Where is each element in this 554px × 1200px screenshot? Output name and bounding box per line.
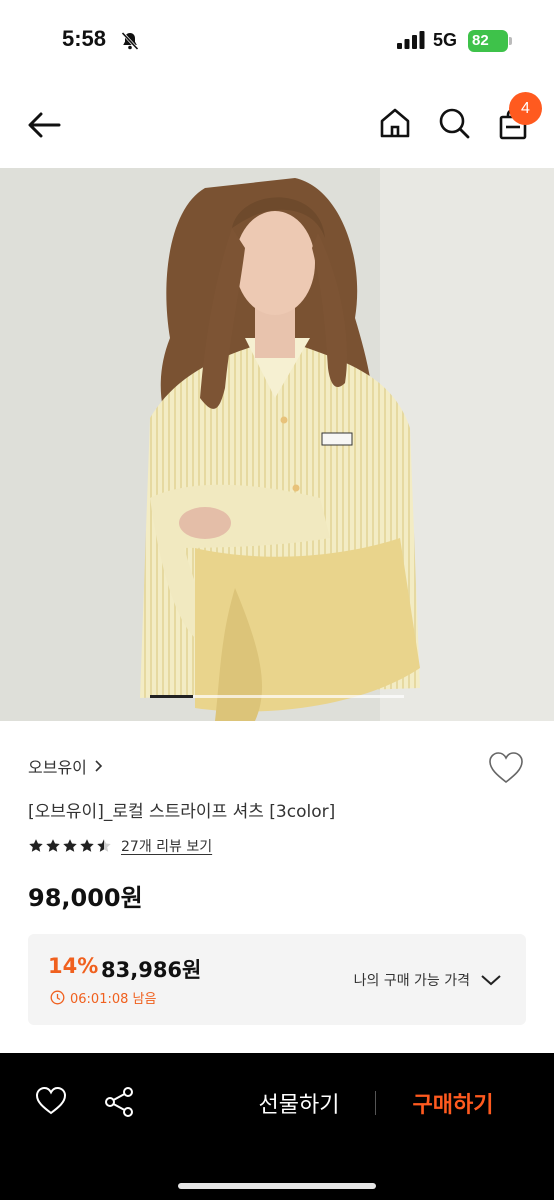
battery-level: 82 bbox=[472, 32, 489, 49]
brand-link[interactable]: 오브유이 bbox=[28, 754, 105, 778]
rating-row: 27개 리뷰 보기 bbox=[28, 836, 212, 856]
product-image[interactable] bbox=[0, 168, 554, 721]
discount-rate: 14% bbox=[48, 954, 99, 978]
bell-muted-icon bbox=[121, 31, 139, 51]
star-icon bbox=[29, 839, 43, 852]
image-slide-indicator-fill bbox=[150, 695, 194, 698]
discount-timer: 06:01:08 남음 bbox=[70, 992, 157, 1007]
share-icon[interactable] bbox=[102, 1085, 136, 1119]
chevron-right-icon bbox=[95, 760, 103, 772]
chevron-down-icon bbox=[481, 975, 501, 986]
my-price-toggle[interactable]: 나의 구매 가능 가격 bbox=[354, 970, 502, 990]
model-photo-illustration bbox=[0, 168, 554, 721]
product-title: [오브유이]_로컬 스트라이프 셔츠 [3color] bbox=[28, 802, 336, 822]
network-type: 5G bbox=[433, 30, 458, 50]
brand-name: 오브유이 bbox=[28, 758, 87, 777]
star-rating bbox=[28, 838, 113, 854]
image-slide-indicator bbox=[150, 695, 404, 698]
timer-row: 06:01:08 남음 bbox=[50, 988, 156, 1007]
discount-box: 14% 83,986원 06:01:08 남음 나의 구매 가능 가격 bbox=[28, 934, 526, 1025]
star-icon bbox=[80, 839, 94, 852]
review-link[interactable]: 27개 리뷰 보기 bbox=[121, 836, 212, 856]
bottom-divider bbox=[375, 1091, 376, 1115]
bottom-action-bar: 선물하기 구매하기 bbox=[0, 1053, 554, 1200]
nav-bar bbox=[0, 80, 554, 168]
signal-icon bbox=[397, 31, 425, 49]
star-icon bbox=[46, 839, 60, 852]
back-arrow-icon[interactable] bbox=[26, 106, 64, 144]
battery-tip bbox=[509, 37, 512, 45]
star-icon bbox=[63, 839, 77, 852]
battery-icon: 82 bbox=[468, 30, 508, 52]
cart-count-badge[interactable]: 4 bbox=[509, 92, 542, 125]
discount-price: 83,986원 bbox=[101, 958, 202, 982]
gift-button[interactable]: 선물하기 bbox=[240, 1087, 358, 1119]
star-icon bbox=[97, 839, 111, 852]
wishlist-heart-icon[interactable] bbox=[34, 1085, 68, 1117]
home-icon[interactable] bbox=[378, 106, 412, 140]
clock-icon bbox=[50, 990, 65, 1005]
buy-button[interactable]: 구매하기 bbox=[394, 1087, 512, 1119]
heart-icon[interactable] bbox=[487, 750, 525, 786]
search-icon[interactable] bbox=[437, 106, 471, 140]
status-time: 5:58 bbox=[62, 26, 107, 51]
my-price-label: 나의 구매 가능 가격 bbox=[353, 973, 470, 989]
home-indicator bbox=[178, 1183, 376, 1189]
status-bar: 5:58 5G 82 bbox=[0, 0, 554, 80]
original-price: 98,000원 bbox=[28, 884, 143, 912]
